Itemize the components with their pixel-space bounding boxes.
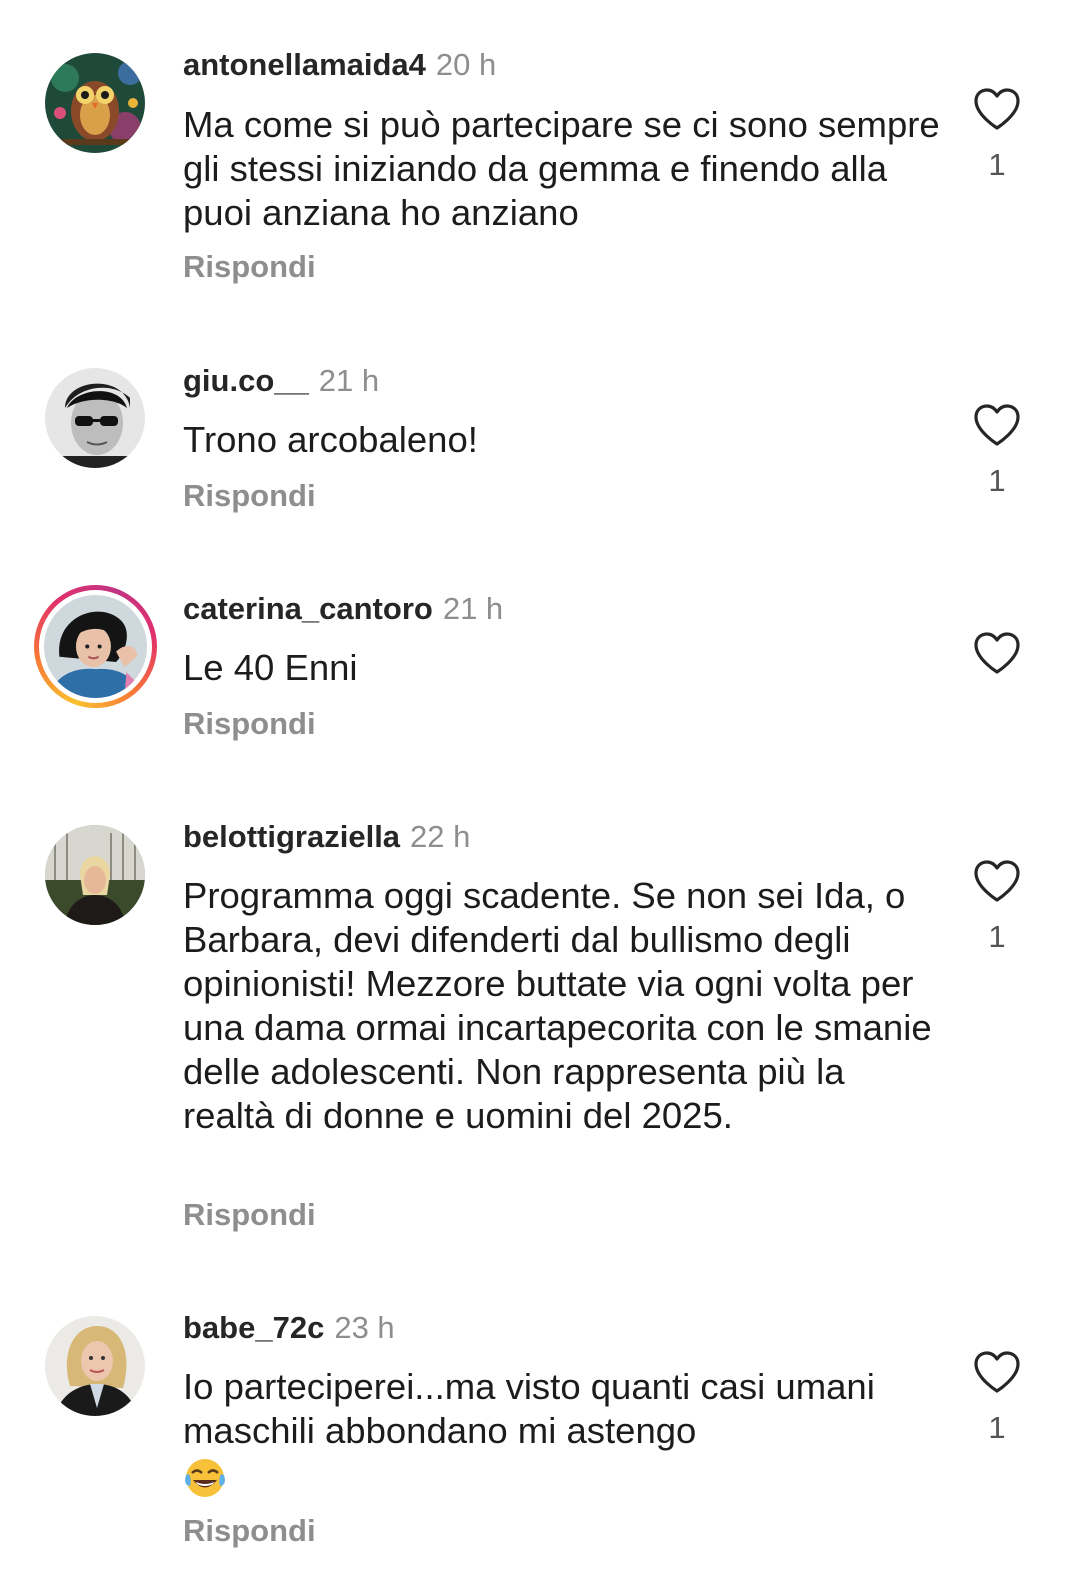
heart-outline-icon <box>974 88 1020 130</box>
like-count: 1 <box>988 463 1006 498</box>
comment-meta: caterina_cantoro 21 h <box>183 590 503 628</box>
like-button[interactable] <box>972 1349 1022 1395</box>
face-with-tears-of-joy-icon <box>185 1459 225 1498</box>
timestamp: 23 h <box>334 1310 395 1345</box>
timestamp: 20 h <box>435 47 497 82</box>
comment-text: Le 40 Enni <box>183 647 358 688</box>
blonde-woman-icon <box>45 1316 145 1416</box>
reply-button[interactable]: Rispondi <box>183 1512 316 1550</box>
story-ring <box>39 590 152 703</box>
woman-cathedral-icon <box>45 825 145 925</box>
avatar[interactable] <box>45 825 145 925</box>
comment-meta: antonellamaida4 20 h <box>183 46 496 84</box>
timestamp: 21 h <box>442 591 504 626</box>
avatar[interactable] <box>45 53 145 153</box>
avatar[interactable] <box>45 1316 145 1416</box>
username[interactable]: babe_72c <box>183 1310 324 1345</box>
person-sunglasses-icon <box>45 368 145 468</box>
timestamp: 21 h <box>318 363 380 398</box>
username[interactable]: belottigraziella <box>183 819 400 854</box>
woman-portrait-icon <box>44 595 147 698</box>
like-button[interactable] <box>972 402 1022 448</box>
like-count: 1 <box>988 1410 1006 1445</box>
timestamp: 22 h <box>410 819 471 854</box>
comment-meta: giu.co__ 21 h <box>183 362 379 400</box>
comment-meta: belottigraziella 22 h <box>183 818 470 856</box>
comment-text-content: Io parteciperei...ma visto quanti casi u… <box>183 1366 896 1451</box>
reply-button[interactable]: Rispondi <box>183 1196 316 1234</box>
heart-outline-icon <box>974 632 1020 674</box>
heart-outline-icon <box>974 860 1020 902</box>
reply-button[interactable]: Rispondi <box>183 248 316 286</box>
avatar-photo <box>44 595 147 698</box>
like-button[interactable] <box>972 858 1022 904</box>
avatar[interactable] <box>34 585 157 708</box>
like-count: 1 <box>988 919 1006 954</box>
comment-text: Io parteciperei...ma visto quanti casi u… <box>183 1365 943 1499</box>
comment-text: Trono arcobaleno! <box>183 419 478 460</box>
heart-outline-icon <box>974 1351 1020 1393</box>
heart-outline-icon <box>974 404 1020 446</box>
username[interactable]: giu.co__ <box>183 363 309 398</box>
reply-button[interactable]: Rispondi <box>183 477 316 515</box>
username[interactable]: caterina_cantoro <box>183 591 433 626</box>
reply-button[interactable]: Rispondi <box>183 705 316 743</box>
owl-illustration-icon <box>45 53 145 153</box>
username[interactable]: antonellamaida4 <box>183 47 426 82</box>
comment-text: Programma oggi scadente. Se non sei Ida,… <box>183 875 932 1136</box>
avatar[interactable] <box>45 368 145 468</box>
like-button[interactable] <box>972 630 1022 676</box>
like-button[interactable] <box>972 86 1022 132</box>
like-count: 1 <box>988 147 1006 182</box>
comment-meta: babe_72c 23 h <box>183 1309 395 1347</box>
comment-text: Ma come si può partecipare se ci sono se… <box>183 104 940 233</box>
